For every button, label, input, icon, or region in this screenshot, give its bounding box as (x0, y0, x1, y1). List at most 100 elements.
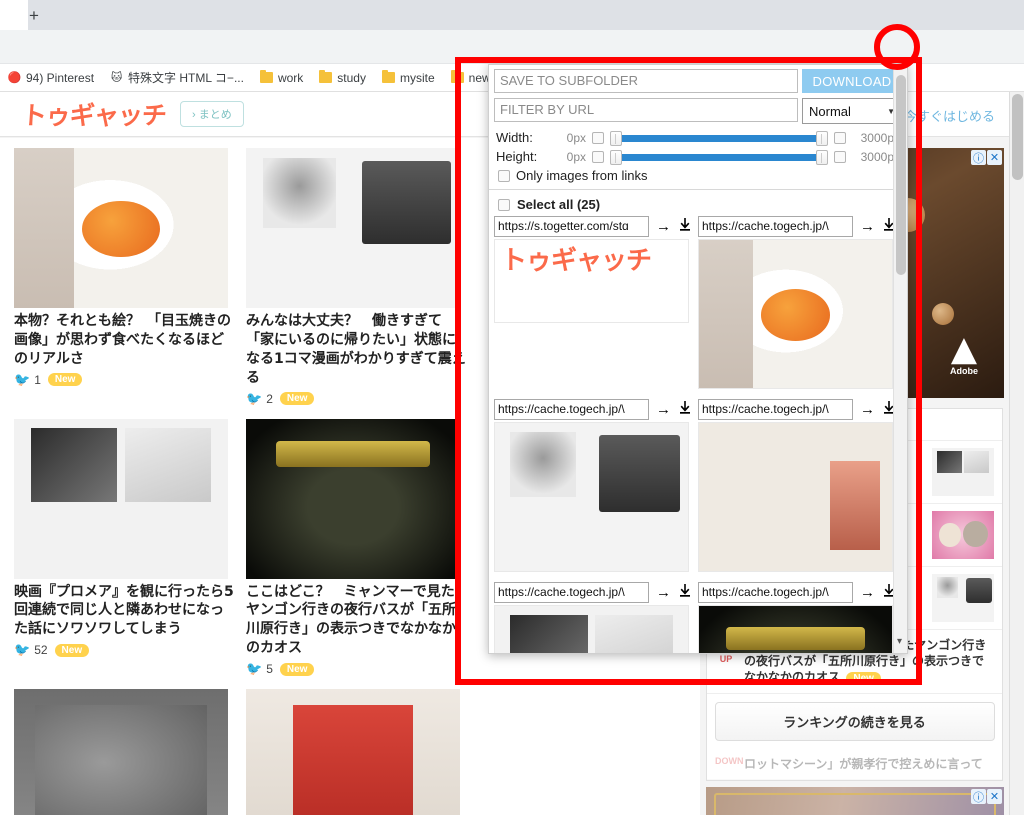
popup-scrollbar-thumb[interactable] (896, 75, 906, 275)
image-downloader-popup: SAVE TO SUBFOLDER DOWNLOAD FILTER BY URL… (488, 64, 908, 654)
image-result[interactable]: https://cache.togech.jp/\ → (494, 399, 692, 572)
folder-icon (319, 70, 333, 83)
select-all-checkbox[interactable] (498, 198, 510, 211)
new-badge: New (279, 392, 315, 406)
new-badge: New (279, 662, 315, 676)
twitter-icon: 🐦 (246, 390, 263, 406)
image-row: https://cache.togech.jp/\ → https://cach… (494, 399, 902, 572)
page-scrollbar[interactable] (1009, 92, 1024, 815)
matome-button[interactable]: › まとめ (180, 101, 244, 127)
image-preview[interactable]: トゥギャッチ (494, 239, 689, 323)
height-min-checkbox[interactable] (592, 150, 604, 163)
height-slider-right-handle[interactable] (816, 149, 828, 165)
bookmark-label: work (277, 70, 304, 85)
article-title[interactable]: ここはどこ？ ミャンマーで見たヤンゴン行きの夜行バスが「五所川原行き」の表示つき… (246, 583, 468, 659)
article-title[interactable]: みんなは大丈夫？ 働きすぎて「家にいるのに帰りたい」状態になる1コマ漫画がわかり… (246, 312, 468, 388)
bookmark-folder-work[interactable]: work (252, 70, 311, 85)
width-slider-right-handle[interactable] (816, 130, 828, 146)
image-result[interactable]: https://cache.togech.jp/\ → (698, 582, 896, 653)
image-result-header: https://cache.togech.jp/\ → (698, 399, 896, 420)
image-url-field[interactable]: https://cache.togech.jp/\ (494, 582, 649, 603)
article-card[interactable]: ジワるかわいさ！ ペン先にモグラを付けたらタブレットでのお絵かきが穴掘りみたいで… (14, 689, 236, 815)
new-tab-button[interactable]: + (20, 4, 48, 26)
ranking-title[interactable]: ロットマシーン」が親孝行で控えめに言って (744, 756, 994, 772)
height-max-checkbox[interactable] (834, 150, 846, 163)
popup-scrollbar[interactable]: ▾ (893, 65, 907, 653)
open-image-arrow-icon[interactable]: → (860, 401, 875, 418)
scroll-down-icon[interactable]: ▾ (897, 636, 902, 647)
only-images-from-links-checkbox[interactable] (498, 169, 510, 182)
bookmark-html-chars[interactable]: 🐱 特殊文字 HTML コ−... (102, 69, 252, 86)
image-result[interactable]: https://cache.togech.jp/\ → (698, 399, 896, 572)
ranking-more-button[interactable]: ランキングの続きを見る (714, 701, 995, 741)
download-image-icon[interactable] (678, 400, 692, 419)
image-preview[interactable] (494, 605, 689, 653)
only-images-from-links-label: Only images from links (516, 168, 648, 183)
width-filter-row: Width: 0px 3000px (489, 124, 907, 147)
image-url-field[interactable]: https://cache.togech.jp/\ (494, 399, 649, 420)
image-url-field[interactable]: https://cache.togech.jp/\ (698, 399, 853, 420)
folder-icon (259, 70, 273, 83)
article-title[interactable]: 本物？それとも絵？ 「目玉焼きの画像」が思わず食べたくなるほどのリアルさ (14, 312, 236, 369)
image-preview[interactable] (698, 605, 893, 653)
save-to-subfolder-input[interactable]: SAVE TO SUBFOLDER (494, 69, 798, 93)
bookmark-folder-mysite[interactable]: mysite (374, 70, 443, 85)
article-card[interactable]: 本物？それとも絵？ 「目玉焼きの画像」が思わず食べたくなるほどのリアルさ 🐦 1… (14, 148, 236, 407)
new-badge: New (54, 643, 90, 657)
open-image-arrow-icon[interactable]: → (860, 218, 875, 235)
article-card[interactable]: みんなは大丈夫？ 働きすぎて「家にいるのに帰りたい」状態になる1コマ漫画がわかり… (246, 148, 468, 407)
ad-info-icon[interactable]: ⓘ (971, 789, 986, 805)
ad-close-icon[interactable]: ✕ (987, 789, 1002, 805)
article-card[interactable]: 映画『プロメア』を観に行ったら5回連続で同じ人と隣あわせになった話にソワソワして… (14, 418, 236, 678)
download-image-icon[interactable] (678, 217, 692, 236)
image-preview[interactable] (698, 422, 893, 572)
image-result[interactable]: https://cache.togech.jp/\ → (494, 582, 692, 653)
width-max-checkbox[interactable] (834, 131, 846, 144)
ad-controls: ⓘ ✕ (971, 789, 1002, 805)
start-now-link[interactable]: 今すぐはじめる (904, 106, 995, 125)
height-slider-left-handle[interactable] (610, 149, 622, 165)
width-range-slider[interactable] (610, 130, 828, 146)
twitter-icon: 🐦 (14, 371, 31, 387)
ranking-thumbnail (932, 574, 994, 622)
download-image-icon[interactable] (678, 583, 692, 602)
width-label: Width: (496, 130, 533, 145)
download-button[interactable]: DOWNLOAD (802, 69, 902, 93)
bottom-ad-banner[interactable]: ⓘ ✕ (706, 787, 1004, 815)
article-card[interactable]: 小学5年生の自由研究「ママを救う！ 献立スロットマシーン」が親孝行で控えめに言っ… (246, 689, 468, 815)
site-logo[interactable]: トゥギャッチ (21, 96, 168, 132)
bookmark-folder-study[interactable]: study (311, 70, 374, 85)
image-url-field[interactable]: https://s.togetter.com/stɑ (494, 216, 649, 237)
width-min-checkbox[interactable] (592, 131, 604, 144)
browser-window: + ☆ S ? ↙ 🔴 94) Pinterest 🐱 (0, 0, 1024, 815)
select-all-label: Select all (25) (517, 197, 601, 212)
open-image-arrow-icon[interactable]: → (656, 584, 671, 601)
open-image-arrow-icon[interactable]: → (860, 584, 875, 601)
width-slider-left-handle[interactable] (610, 130, 622, 146)
ad-close-icon[interactable]: ✕ (987, 150, 1002, 165)
bookmark-label: 特殊文字 HTML コ−... (128, 71, 244, 85)
ad-info-icon[interactable]: ⓘ (971, 150, 986, 165)
image-url-field[interactable]: https://cache.togech.jp/\ (698, 216, 853, 237)
filter-row: FILTER BY URL Normal ▼ (489, 93, 907, 124)
folder-icon (381, 70, 395, 83)
page-scrollbar-thumb[interactable] (1012, 94, 1023, 180)
height-range-slider[interactable] (610, 149, 828, 165)
article-title[interactable]: 映画『プロメア』を観に行ったら5回連続で同じ人と隣あわせになった話にソワソワして… (14, 583, 236, 640)
filter-by-url-input[interactable]: FILTER BY URL (494, 98, 798, 122)
bookmark-label: 94) Pinterest (26, 70, 95, 85)
article-card[interactable]: ここはどこ？ ミャンマーで見たヤンゴン行きの夜行バスが「五所川原行き」の表示つき… (246, 418, 468, 678)
filter-mode-select[interactable]: Normal ▼ (802, 98, 902, 124)
ad-frame-decoration (714, 793, 996, 815)
image-preview[interactable] (494, 422, 689, 572)
open-image-arrow-icon[interactable]: → (656, 401, 671, 418)
open-image-arrow-icon[interactable]: → (656, 218, 671, 235)
image-result[interactable]: https://s.togetter.com/stɑ → トゥギャッチ (494, 216, 692, 389)
ranking-item[interactable]: DOWN ロットマシーン」が親孝行で控えめに言って (707, 749, 1002, 781)
image-url-field[interactable]: https://cache.togech.jp/\ (698, 582, 853, 603)
bookmark-pinterest[interactable]: 🔴 94) Pinterest (0, 71, 102, 85)
browser-toolbar: ☆ S ? ↙ (0, 30, 1024, 90)
image-result[interactable]: https://cache.togech.jp/\ → (698, 216, 896, 389)
image-preview[interactable] (698, 239, 893, 389)
width-min-value: 0px (566, 130, 586, 145)
